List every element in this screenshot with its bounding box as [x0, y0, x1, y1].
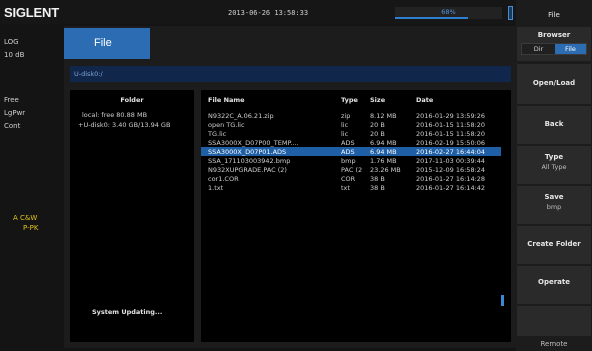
- file-row[interactable]: SSA3000X_D07P01.ADS ADS 6.94 MB 2016-02-27 …: [201, 147, 501, 156]
- file-name-cell: cor1.COR: [208, 175, 239, 183]
- folder-item-udisk[interactable]: +U-disk0: 3.40 GB/13.94 GB: [78, 121, 170, 129]
- current-path: U-disk0:/: [74, 70, 103, 78]
- browser-toggle[interactable]: Dir File: [521, 43, 587, 55]
- operate-button[interactable]: Operate: [517, 266, 591, 304]
- file-name-cell: SSA3000X_D07P00_TEMP....: [208, 139, 299, 147]
- file-type-cell: PAC (2: [341, 166, 363, 174]
- file-date-cell: 2017-11-03 00:39:44: [416, 157, 486, 165]
- status-text: System Updating...: [92, 308, 163, 316]
- file-row[interactable]: cor1.COR COR 38 B 2016-01-27 16:14:28: [201, 174, 501, 183]
- file-size-cell: 20 B: [370, 121, 385, 129]
- open-load-label: Open/Load: [532, 79, 576, 87]
- file-row[interactable]: open TG.lic lic 20 B 2016-01-15 11:58:20: [201, 120, 501, 129]
- file-type-cell: ADS: [341, 148, 355, 156]
- file-name-cell: N9322C_A.06.21.zip: [208, 112, 274, 120]
- file-size-cell: 23.26 MB: [370, 166, 401, 174]
- left-readout-panel: LOG 10 dB Free LgPwr Cont: [0, 26, 64, 346]
- file-name-cell: open TG.lic: [208, 121, 245, 129]
- file-date-cell: 2016-02-19 15:50:06: [416, 139, 486, 147]
- file-date-cell: 2016-01-15 11:58:20: [416, 130, 486, 138]
- file-name-cell: 1.txt: [208, 184, 224, 192]
- save-label: Save: [544, 193, 564, 201]
- browser-option-dir[interactable]: Dir: [522, 44, 555, 54]
- file-size-cell: 8.12 MB: [370, 112, 397, 120]
- file-name-cell: SSA3000X_D07P01.ADS: [208, 148, 287, 156]
- file-size-cell: 38 B: [370, 184, 385, 192]
- usb-icon: [508, 6, 513, 20]
- save-value: bmp: [546, 203, 562, 212]
- file-date-cell: 2016-01-27 16:14:28: [416, 175, 486, 183]
- scrollbar-thumb[interactable]: [501, 295, 504, 306]
- menu-title: File: [548, 11, 560, 19]
- file-list-panel: File Name Type Size Date N9322C_A.06.21.…: [201, 90, 511, 342]
- status-bar: SIGLENT 2013-06-26 13:58:33 68%: [0, 0, 516, 24]
- type-button[interactable]: Type All Type: [517, 146, 591, 184]
- folder-header: Folder: [120, 96, 144, 104]
- file-date-cell: 2016-01-15 11:58:20: [416, 121, 486, 129]
- detector-mode: LgPwr: [4, 109, 26, 117]
- datetime: 2013-06-26 13:58:33: [228, 9, 309, 17]
- folder-panel: Folder local: free 80.88 MB +U-disk0: 3.…: [70, 90, 194, 342]
- blank-softkey[interactable]: [517, 306, 591, 336]
- marker-p-label: P-PK: [23, 224, 39, 232]
- file-date-cell: 2016-01-29 13:59:26: [416, 112, 486, 120]
- save-button[interactable]: Save bmp: [517, 186, 591, 224]
- scale-type: LOG: [4, 38, 19, 46]
- file-row[interactable]: N932XUPGRADE.PAC (2) PAC (2 23.26 MB 2015-1…: [201, 165, 501, 174]
- column-header-date: Date: [416, 96, 434, 104]
- column-header-type: Type: [341, 96, 358, 104]
- browser-option-file[interactable]: File: [555, 44, 586, 54]
- file-type-cell: lic: [341, 121, 349, 129]
- open-load-button[interactable]: Open/Load: [517, 64, 591, 104]
- brand-logo: SIGLENT: [4, 5, 59, 20]
- file-type-cell: bmp: [341, 157, 356, 165]
- file-row[interactable]: N9322C_A.06.21.zip zip 8.12 MB 2016-01-29 1…: [201, 111, 501, 120]
- remote-indicator: Remote: [540, 340, 568, 348]
- file-name-cell: SSA_171103003942.bmp: [208, 157, 291, 165]
- file-row[interactable]: SSA_171103003942.bmp bmp 1.76 MB 2017-11-03…: [201, 156, 501, 165]
- path-bar: U-disk0:/: [70, 66, 511, 82]
- folder-item-local[interactable]: local: free 80.88 MB: [82, 111, 147, 119]
- file-size-cell: 38 B: [370, 175, 385, 183]
- back-button[interactable]: Back: [517, 106, 591, 144]
- browser-label: Browser: [537, 31, 571, 39]
- progress-text: 68%: [441, 8, 456, 16]
- file-date-cell: 2016-01-27 16:14:42: [416, 184, 486, 192]
- file-size-cell: 6.94 MB: [370, 148, 397, 156]
- file-type-cell: txt: [341, 184, 350, 192]
- type-label: Type: [544, 153, 564, 161]
- progress-bar: 68%: [395, 7, 502, 19]
- file-name-cell: TG.lic: [208, 130, 227, 138]
- type-value: All Type: [541, 163, 567, 172]
- file-tab-label: File: [94, 37, 112, 49]
- file-row[interactable]: TG.lic lic 20 B 2016-01-15 11:58:20: [201, 129, 501, 138]
- file-tab[interactable]: File: [64, 28, 150, 59]
- file-row[interactable]: SSA3000X_D07P00_TEMP.... ADS 6.94 MB 2016-0…: [201, 138, 501, 147]
- column-header-size: Size: [370, 96, 386, 104]
- file-type-cell: lic: [341, 130, 349, 138]
- file-row[interactable]: 1.txt txt 38 B 2016-01-27 16:14:42: [201, 183, 501, 192]
- marker-a-label: A C&W: [13, 214, 38, 222]
- file-size-cell: 6.94 MB: [370, 139, 397, 147]
- back-label: Back: [544, 120, 564, 128]
- file-size-cell: 1.76 MB: [370, 157, 397, 165]
- file-type-cell: zip: [341, 112, 351, 120]
- trigger-mode: Free: [4, 96, 19, 104]
- progress-fill: [395, 17, 468, 19]
- create-folder-button[interactable]: Create Folder: [517, 226, 591, 264]
- file-date-cell: 2015-12-09 16:58:24: [416, 166, 486, 174]
- create-folder-label: Create Folder: [527, 240, 581, 248]
- file-name-cell: N932XUPGRADE.PAC (2): [208, 166, 287, 174]
- file-date-cell: 2016-02-27 16:44:04: [416, 148, 486, 156]
- file-size-cell: 20 B: [370, 130, 385, 138]
- file-type-cell: ADS: [341, 139, 355, 147]
- operate-label: Operate: [538, 278, 570, 286]
- scale-value: 10 dB: [4, 51, 25, 59]
- file-type-cell: COR: [341, 175, 356, 183]
- sweep-mode: Cont: [4, 122, 21, 130]
- column-header-name: File Name: [208, 96, 245, 104]
